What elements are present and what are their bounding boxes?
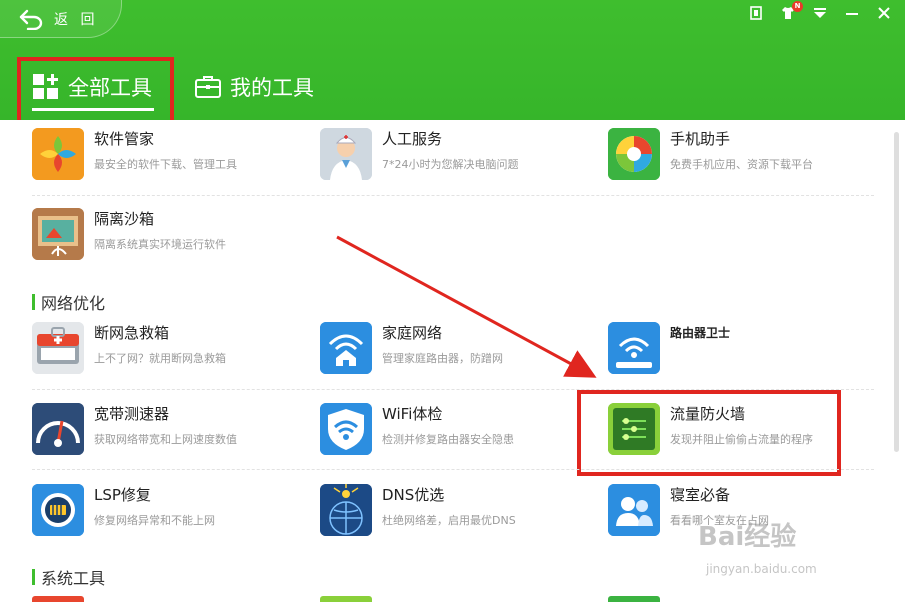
software-manager-icon bbox=[32, 128, 84, 180]
menu-button[interactable] bbox=[811, 4, 829, 22]
dns-select-icon bbox=[320, 484, 372, 536]
window-controls: N bbox=[747, 1, 893, 22]
back-button[interactable]: 返 回 bbox=[0, 0, 122, 38]
tool-traffic-firewall[interactable]: 流量防火墙 发现并阻止偷偷占流量的程序 bbox=[608, 403, 813, 455]
first-aid-kit-icon bbox=[32, 322, 84, 374]
minimize-button[interactable] bbox=[843, 4, 861, 22]
header-bar: 返 回 N 全部工具 我的工具 bbox=[0, 0, 905, 120]
grid-plus-icon bbox=[33, 74, 58, 99]
watermark-url: jingyan.baidu.com bbox=[706, 562, 817, 576]
section-system-tools: 系统工具 bbox=[32, 565, 105, 589]
tool-desc: 隔离系统真实环境运行软件 bbox=[94, 238, 226, 251]
home-network-icon bbox=[320, 322, 372, 374]
notification-badge: N bbox=[792, 1, 803, 12]
tool-desc: 获取网络带宽和上网速度数值 bbox=[94, 433, 237, 446]
notification-button[interactable]: N bbox=[779, 1, 803, 22]
tool-window: 返 回 N 全部工具 我的工具 软件管家 最安全的软件下载、管理工具 人工服务 … bbox=[0, 0, 905, 602]
tool-name: 手机助手 bbox=[670, 130, 731, 148]
section-marker bbox=[32, 294, 35, 310]
tool-name: 家庭网络 bbox=[382, 324, 443, 342]
tool-desc: 上不了网？就用断网急救箱 bbox=[94, 352, 226, 365]
tool-human-service[interactable]: 人工服务 7*24小时为您解决电脑问题 bbox=[320, 128, 519, 180]
tool-desc: 7*24小时为您解决电脑问题 bbox=[382, 158, 519, 171]
wifi-check-icon bbox=[320, 403, 372, 455]
sandbox-icon bbox=[32, 208, 84, 260]
skin-button[interactable] bbox=[747, 4, 765, 22]
tool-desc: 管理家庭路由器，防蹭网 bbox=[382, 352, 503, 365]
partial-tool-icon bbox=[32, 596, 84, 602]
tool-first-aid-kit[interactable]: 断网急救箱 上不了网？就用断网急救箱 bbox=[32, 322, 226, 374]
tool-name: 流量防火墙 bbox=[670, 405, 746, 423]
lsp-repair-icon bbox=[32, 484, 84, 536]
tool-name: 隔离沙箱 bbox=[94, 210, 155, 228]
phone-assistant-icon bbox=[608, 128, 660, 180]
active-tab-indicator bbox=[32, 108, 154, 111]
partial-tool-icon bbox=[320, 596, 372, 602]
speed-test-icon bbox=[32, 403, 84, 455]
tool-desc: 发现并阻止偷偷占流量的程序 bbox=[670, 433, 813, 446]
close-icon bbox=[878, 7, 890, 19]
scrollbar[interactable] bbox=[894, 132, 899, 452]
tool-wifi-check[interactable]: WiFi体检 检测并修复路由器安全隐患 bbox=[320, 403, 514, 455]
tool-name: 路由器卫士 bbox=[670, 326, 731, 340]
section-title: 系统工具 bbox=[41, 569, 106, 588]
tool-router-guard[interactable]: 路由器卫士 bbox=[608, 322, 730, 374]
row-divider bbox=[32, 469, 874, 470]
tab-my-tools[interactable]: 我的工具 bbox=[194, 72, 314, 102]
row-divider bbox=[32, 195, 874, 196]
tab-my-tools-label: 我的工具 bbox=[230, 76, 314, 100]
section-network-optimization: 网络优化 bbox=[32, 290, 105, 314]
tool-desc: 检测并修复路由器安全隐患 bbox=[382, 433, 514, 446]
watermark-logo: Bai经验 bbox=[698, 522, 797, 552]
tool-desc: 最安全的软件下载、管理工具 bbox=[94, 158, 237, 171]
row-divider bbox=[32, 389, 874, 390]
tool-home-network[interactable]: 家庭网络 管理家庭路由器，防蹭网 bbox=[320, 322, 503, 374]
tool-name: 断网急救箱 bbox=[94, 324, 170, 342]
tool-name: 宽带测速器 bbox=[94, 405, 170, 423]
tool-name: 寝室必备 bbox=[670, 486, 731, 504]
skin-icon bbox=[750, 6, 762, 20]
back-arrow-icon bbox=[19, 9, 43, 30]
tool-name: WiFi体检 bbox=[382, 405, 443, 423]
tool-desc: 免费手机应用、资源下载平台 bbox=[670, 158, 813, 171]
partial-tool-icon bbox=[608, 596, 660, 602]
tool-lsp-repair[interactable]: LSP修复 修复网络异常和不能上网 bbox=[32, 484, 215, 536]
router-guard-icon bbox=[608, 322, 660, 374]
dorm-essential-icon bbox=[608, 484, 660, 536]
tab-all-tools-label: 全部工具 bbox=[68, 76, 152, 100]
section-marker bbox=[32, 569, 35, 585]
toolbox-icon bbox=[195, 76, 221, 98]
minimize-icon bbox=[846, 13, 858, 15]
tab-bar: 全部工具 我的工具 bbox=[0, 58, 905, 120]
human-service-icon bbox=[320, 128, 372, 180]
tool-name: 人工服务 bbox=[382, 130, 443, 148]
tool-phone-assistant[interactable]: 手机助手 免费手机应用、资源下载平台 bbox=[608, 128, 813, 180]
traffic-firewall-icon bbox=[608, 403, 660, 455]
tool-desc: 修复网络异常和不能上网 bbox=[94, 514, 215, 527]
tool-software-manager[interactable]: 软件管家 最安全的软件下载、管理工具 bbox=[32, 128, 237, 180]
back-label: 返 回 bbox=[54, 11, 99, 28]
close-button[interactable] bbox=[875, 4, 893, 22]
tool-name: DNS优选 bbox=[382, 486, 445, 504]
tool-name: 软件管家 bbox=[94, 130, 155, 148]
tool-dns-select[interactable]: DNS优选 杜绝网络差，启用最优DNS bbox=[320, 484, 516, 536]
tool-desc: 杜绝网络差，启用最优DNS bbox=[382, 514, 516, 527]
tool-name: LSP修复 bbox=[94, 486, 151, 504]
tab-all-tools[interactable]: 全部工具 bbox=[32, 72, 152, 102]
menu-down-icon bbox=[814, 8, 826, 18]
tool-sandbox[interactable]: 隔离沙箱 隔离系统真实环境运行软件 bbox=[32, 208, 226, 260]
tool-speed-test[interactable]: 宽带测速器 获取网络带宽和上网速度数值 bbox=[32, 403, 237, 455]
section-title: 网络优化 bbox=[41, 294, 106, 313]
